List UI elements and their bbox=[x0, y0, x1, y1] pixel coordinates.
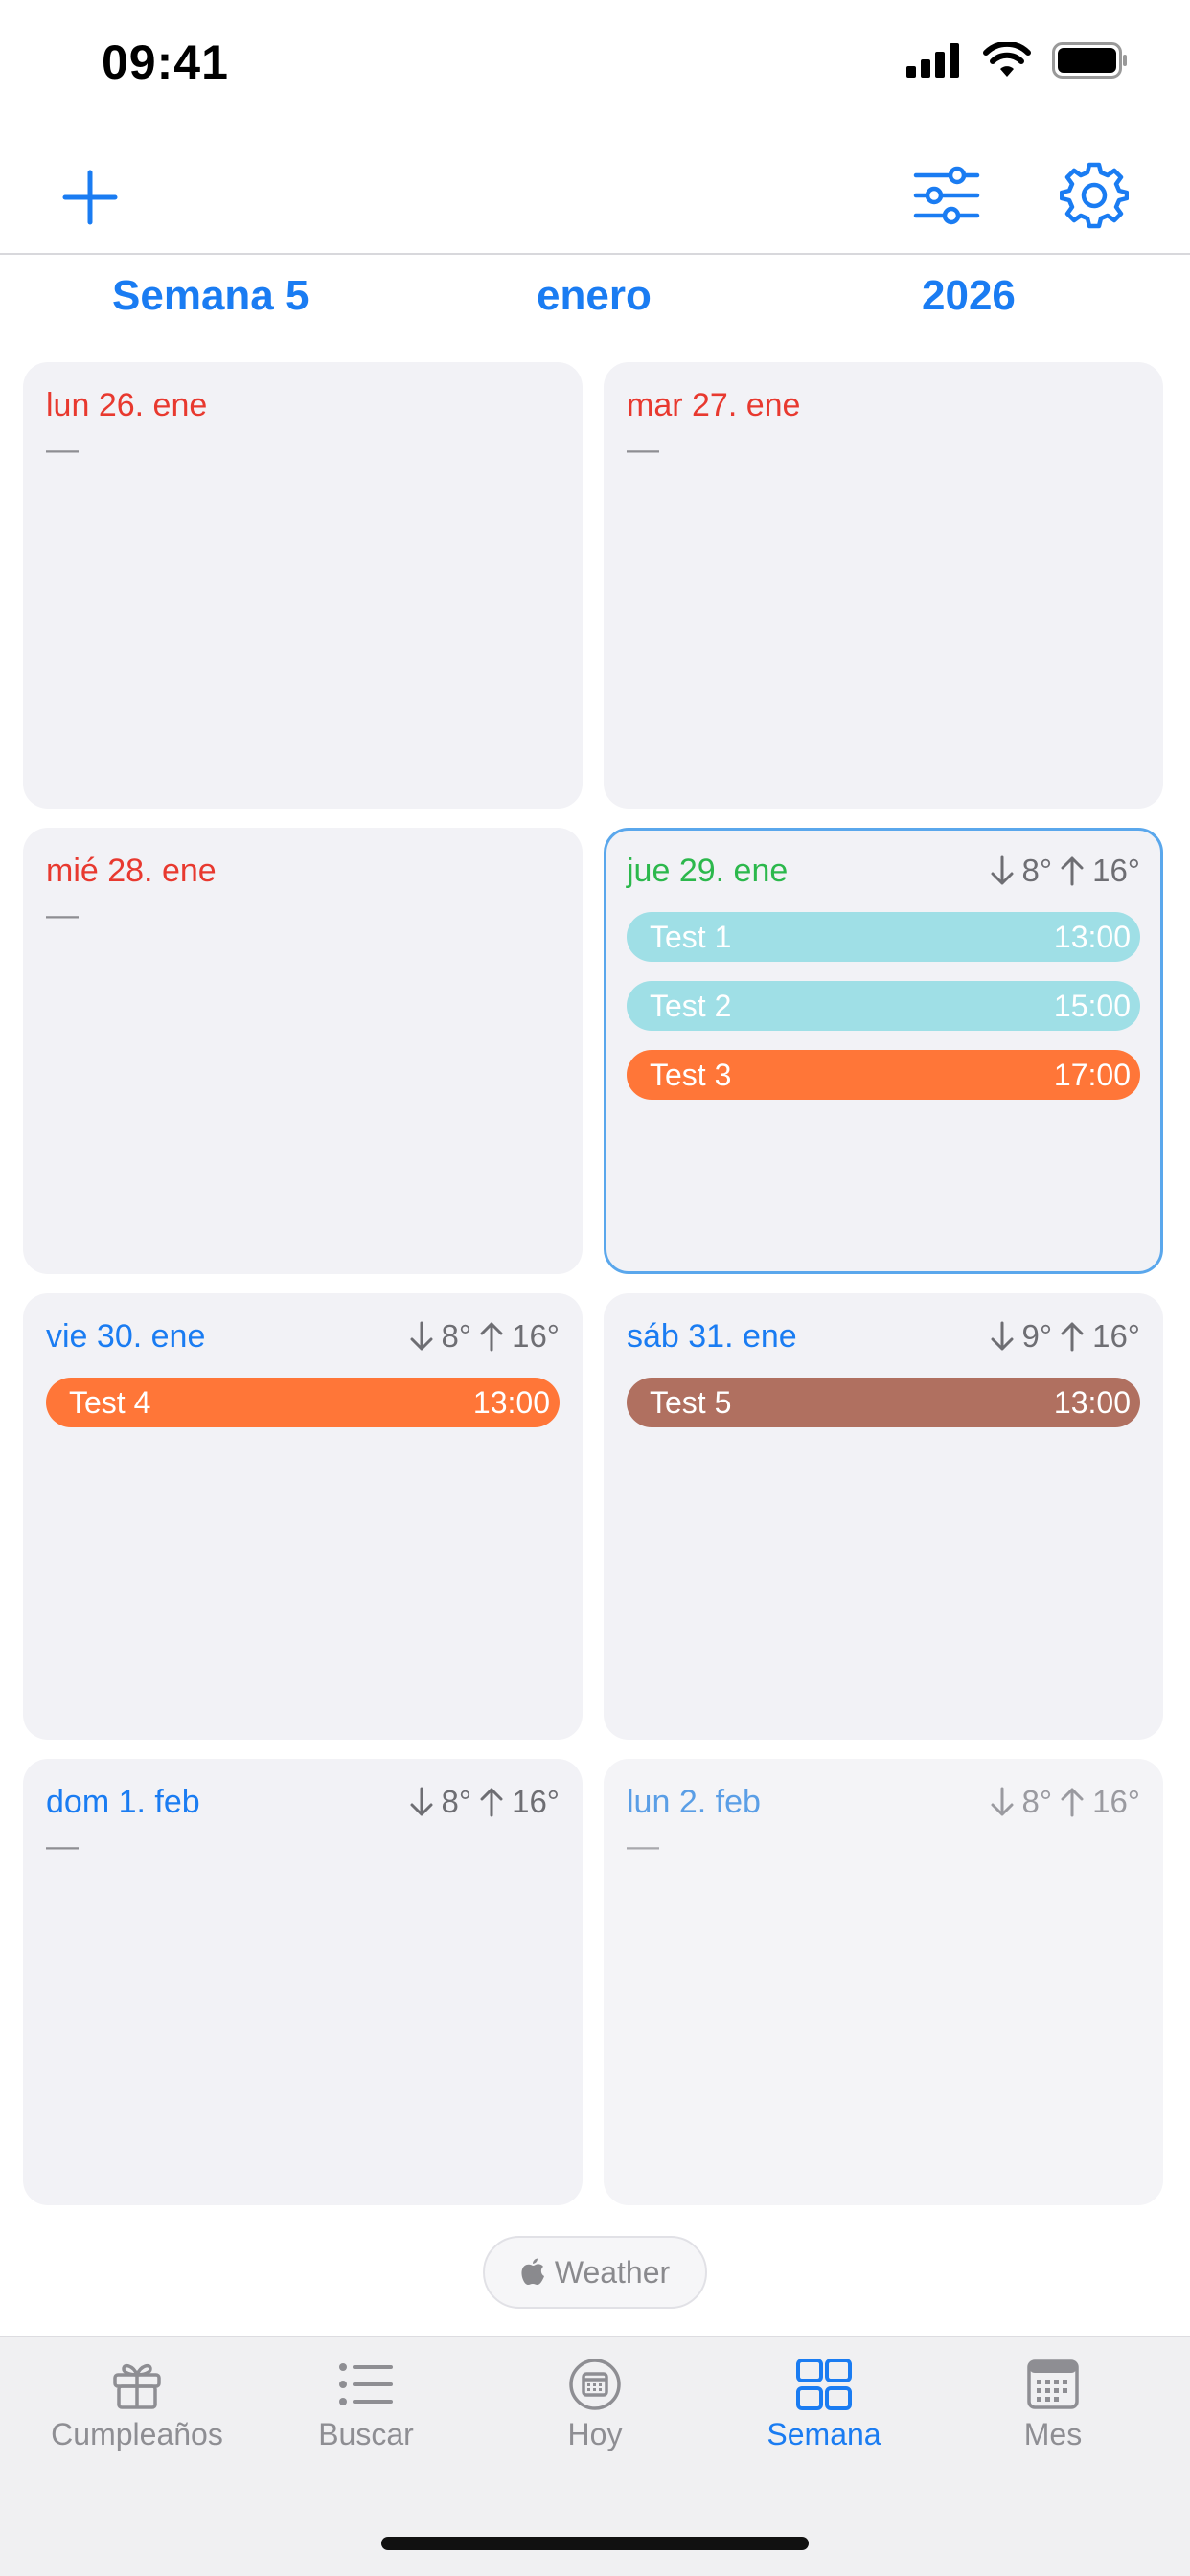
arrow-down-icon bbox=[991, 1787, 1014, 1816]
event-title: Test 3 bbox=[650, 1057, 732, 1092]
event-pill[interactable]: Test 1 13:00 bbox=[627, 912, 1140, 962]
arrow-down-icon bbox=[410, 1787, 433, 1816]
no-events-placeholder: — bbox=[46, 1828, 79, 1864]
no-events-placeholder: — bbox=[627, 431, 659, 467]
temp-low: 8° bbox=[1021, 853, 1053, 888]
home-indicator[interactable] bbox=[381, 2537, 809, 2550]
day-card[interactable]: mié 28. ene — bbox=[23, 828, 583, 1274]
temp-high: 16° bbox=[1092, 1318, 1140, 1354]
no-events-placeholder: — bbox=[46, 431, 79, 467]
add-event-button[interactable] bbox=[56, 163, 125, 232]
arrow-up-icon bbox=[480, 1322, 503, 1352]
weather-forecast: 8° 16° bbox=[409, 1318, 560, 1355]
day-date-label: mar 27. ene bbox=[627, 387, 801, 423]
year-label[interactable]: 2026 bbox=[922, 272, 1016, 320]
event-pill[interactable]: Test 5 13:00 bbox=[627, 1378, 1140, 1427]
tab-semana[interactable]: Semana bbox=[709, 2358, 939, 2463]
event-title: Test 1 bbox=[650, 919, 732, 954]
list-icon bbox=[339, 2363, 393, 2405]
toolbar-divider bbox=[0, 253, 1190, 255]
temp-low: 8° bbox=[441, 1784, 472, 1819]
filter-button[interactable] bbox=[908, 157, 985, 234]
event-pill[interactable]: Test 4 13:00 bbox=[46, 1378, 560, 1427]
arrow-down-icon bbox=[410, 1321, 433, 1351]
tab-label: Cumpleaños bbox=[51, 2417, 223, 2451]
event-title: Test 4 bbox=[69, 1384, 151, 1420]
event-pill[interactable]: Test 2 15:00 bbox=[627, 981, 1140, 1031]
arrow-down-icon bbox=[991, 855, 1014, 885]
arrow-up-icon bbox=[1061, 856, 1084, 886]
cellular-signal-icon bbox=[906, 43, 959, 78]
day-date-label: dom 1. feb bbox=[46, 1784, 200, 1820]
tab-hoy[interactable]: Hoy bbox=[480, 2358, 710, 2463]
arrow-down-icon bbox=[991, 1321, 1014, 1351]
temp-low: 9° bbox=[1021, 1318, 1053, 1354]
weather-forecast: 8° 16° bbox=[409, 1784, 560, 1820]
day-card-today[interactable]: jue 29. ene 8° 16° Test 1 13:00 Test 2 1… bbox=[604, 828, 1163, 1274]
tab-label: Buscar bbox=[318, 2417, 414, 2451]
plus-icon bbox=[62, 170, 118, 225]
week-header: Semana 5 enero 2026 bbox=[0, 272, 1190, 333]
gift-icon bbox=[113, 2363, 161, 2409]
status-time: 09:41 bbox=[102, 35, 229, 89]
toolbar bbox=[0, 144, 1190, 249]
weather-forecast: 8° 16° bbox=[990, 1784, 1140, 1820]
day-card[interactable]: lun 26. ene — bbox=[23, 362, 583, 809]
gear-icon bbox=[1060, 162, 1129, 229]
arrow-up-icon bbox=[1061, 1788, 1084, 1817]
tab-mes[interactable]: Mes bbox=[938, 2358, 1168, 2463]
day-date-label: vie 30. ene bbox=[46, 1318, 206, 1355]
today-icon bbox=[569, 2359, 621, 2410]
weather-attribution-button[interactable]: Weather bbox=[483, 2236, 707, 2309]
day-card[interactable]: vie 30. ene 8° 16° Test 4 13:00 bbox=[23, 1293, 583, 1740]
tab-label: Mes bbox=[1023, 2417, 1083, 2451]
day-date-label: lun 26. ene bbox=[46, 387, 208, 423]
arrow-up-icon bbox=[1061, 1322, 1084, 1352]
tab-label: Hoy bbox=[567, 2417, 623, 2451]
day-card[interactable]: sáb 31. ene 9° 16° Test 5 13:00 bbox=[604, 1293, 1163, 1740]
event-time: 15:00 bbox=[1053, 988, 1131, 1023]
temp-high: 16° bbox=[512, 1318, 560, 1354]
tab-label: Semana bbox=[767, 2417, 881, 2451]
temp-high: 16° bbox=[512, 1784, 560, 1819]
month-label[interactable]: enero bbox=[537, 272, 652, 320]
apple-logo-icon bbox=[521, 2258, 544, 2285]
day-card[interactable]: lun 2. feb 8° 16° — bbox=[604, 1759, 1163, 2205]
temp-low: 8° bbox=[441, 1318, 472, 1354]
wifi-icon bbox=[983, 42, 1031, 77]
event-title: Test 5 bbox=[650, 1384, 732, 1420]
event-pill[interactable]: Test 3 17:00 bbox=[627, 1050, 1140, 1100]
status-bar: 09:41 bbox=[0, 0, 1190, 125]
sliders-icon bbox=[913, 166, 980, 225]
day-date-label: mié 28. ene bbox=[46, 853, 217, 889]
temp-high: 16° bbox=[1092, 853, 1140, 888]
day-date-label: jue 29. ene bbox=[627, 853, 789, 889]
weather-forecast: 8° 16° bbox=[990, 853, 1140, 889]
month-calendar-icon bbox=[1027, 2359, 1079, 2409]
event-time: 13:00 bbox=[472, 1384, 550, 1420]
event-title: Test 2 bbox=[650, 988, 732, 1023]
tab-cumpleanos[interactable]: Cumpleaños bbox=[22, 2358, 252, 2463]
event-time: 13:00 bbox=[1053, 919, 1131, 954]
weather-attribution-label: Weather bbox=[554, 2254, 671, 2290]
arrow-up-icon bbox=[480, 1788, 503, 1817]
day-date-label: lun 2. feb bbox=[627, 1784, 761, 1820]
tab-buscar[interactable]: Buscar bbox=[251, 2358, 481, 2463]
settings-button[interactable] bbox=[1056, 157, 1133, 234]
battery-icon bbox=[1052, 42, 1127, 79]
week-grid-icon bbox=[796, 2359, 852, 2410]
temp-high: 16° bbox=[1092, 1784, 1140, 1819]
event-time: 13:00 bbox=[1053, 1384, 1131, 1420]
weather-forecast: 9° 16° bbox=[990, 1318, 1140, 1355]
day-date-label: sáb 31. ene bbox=[627, 1318, 797, 1355]
day-card[interactable]: mar 27. ene — bbox=[604, 362, 1163, 809]
no-events-placeholder: — bbox=[46, 897, 79, 933]
day-card[interactable]: dom 1. feb 8° 16° — bbox=[23, 1759, 583, 2205]
no-events-placeholder: — bbox=[627, 1828, 659, 1864]
week-number-label[interactable]: Semana 5 bbox=[112, 272, 309, 320]
status-icons bbox=[906, 42, 1129, 79]
temp-low: 8° bbox=[1021, 1784, 1053, 1819]
event-time: 17:00 bbox=[1053, 1057, 1131, 1092]
